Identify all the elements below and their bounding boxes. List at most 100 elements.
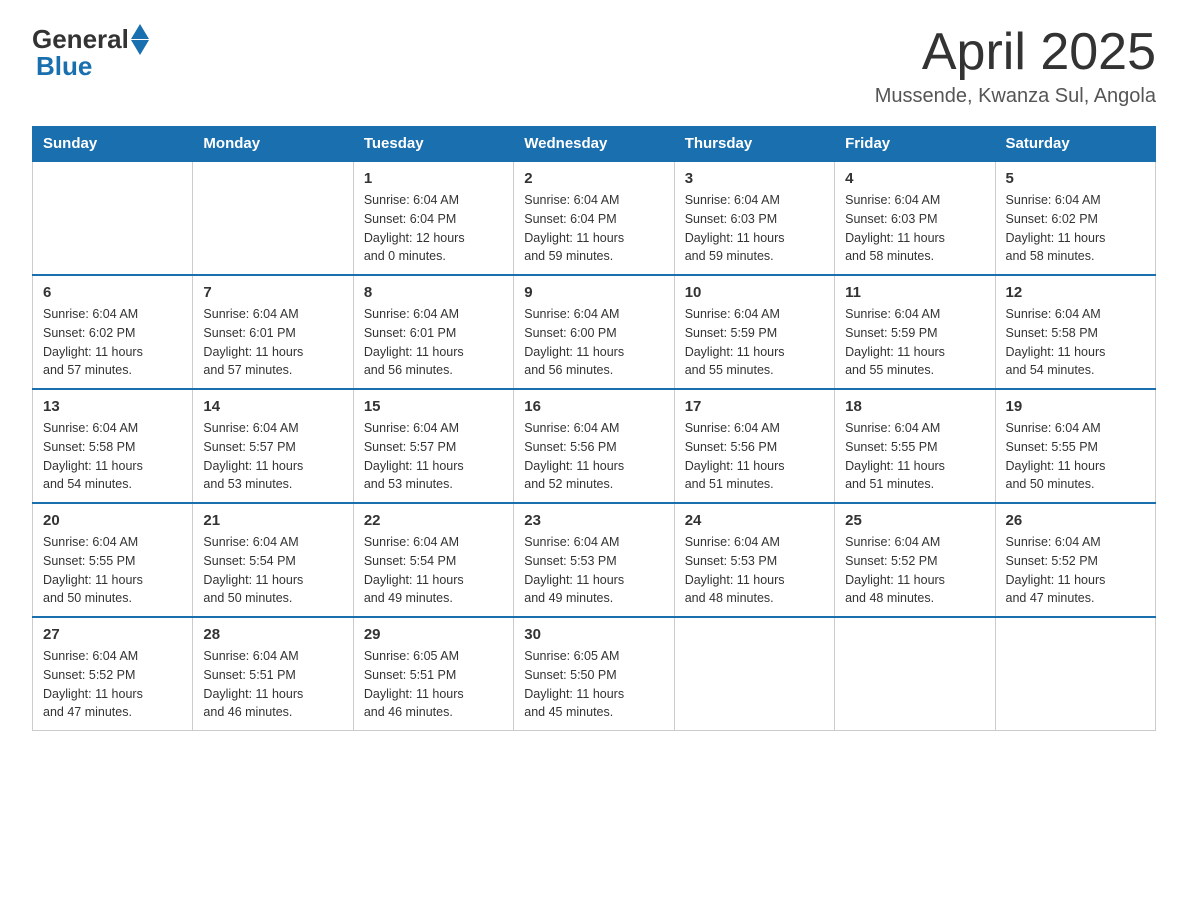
day-detail: Sunrise: 6:04 AM Sunset: 5:59 PM Dayligh… (845, 305, 984, 380)
header-cell-wednesday: Wednesday (514, 127, 674, 162)
title-area: April 2025 Mussende, Kwanza Sul, Angola (875, 24, 1156, 108)
day-detail: Sunrise: 6:04 AM Sunset: 5:57 PM Dayligh… (364, 419, 503, 494)
calendar-day-cell (674, 617, 834, 731)
calendar-day-cell: 26 Sunrise: 6:04 AM Sunset: 5:52 PM Dayli… (995, 503, 1155, 617)
logo-triangle-top-icon (131, 24, 149, 39)
day-number: 23 (524, 512, 663, 529)
day-number: 17 (685, 398, 824, 415)
calendar-day-cell: 2 Sunrise: 6:04 AM Sunset: 6:04 PM Daylig… (514, 161, 674, 275)
day-number: 12 (1006, 284, 1145, 301)
calendar-week-row: 27 Sunrise: 6:04 AM Sunset: 5:52 PM Dayli… (33, 617, 1156, 731)
day-detail: Sunrise: 6:04 AM Sunset: 5:55 PM Dayligh… (43, 533, 182, 608)
calendar-day-cell (835, 617, 995, 731)
calendar-day-cell: 17Sunrise: 6:04 AM Sunset: 5:56 PM Dayli… (674, 389, 834, 503)
day-number: 24 (685, 512, 824, 529)
calendar-day-cell: 12 Sunrise: 6:04 AM Sunset: 5:58 PM Dayli… (995, 275, 1155, 389)
day-number: 20 (43, 512, 182, 529)
day-number: 26 (1006, 512, 1145, 529)
calendar-header: SundayMondayTuesdayWednesdayThursdayFrid… (33, 127, 1156, 162)
calendar-day-cell: 13Sunrise: 6:04 AM Sunset: 5:58 PM Dayli… (33, 389, 193, 503)
calendar-day-cell: 19 Sunrise: 6:04 AM Sunset: 5:55 PM Dayli… (995, 389, 1155, 503)
calendar-day-cell: 24Sunrise: 6:04 AM Sunset: 5:53 PM Dayli… (674, 503, 834, 617)
calendar-day-cell: 28 Sunrise: 6:04 AM Sunset: 5:51 PM Dayli… (193, 617, 353, 731)
calendar-day-cell: 15 Sunrise: 6:04 AM Sunset: 5:57 PM Dayli… (353, 389, 513, 503)
calendar-day-cell: 1 Sunrise: 6:04 AM Sunset: 6:04 PM Daylig… (353, 161, 513, 275)
day-number: 15 (364, 398, 503, 415)
calendar-day-cell: 9 Sunrise: 6:04 AM Sunset: 6:00 PM Daylig… (514, 275, 674, 389)
day-detail: Sunrise: 6:04 AM Sunset: 5:56 PM Dayligh… (524, 419, 663, 494)
day-detail: Sunrise: 6:04 AM Sunset: 6:01 PM Dayligh… (364, 305, 503, 380)
day-number: 5 (1006, 170, 1145, 187)
day-detail: Sunrise: 6:04 AM Sunset: 5:55 PM Dayligh… (1006, 419, 1145, 494)
day-detail: Sunrise: 6:04 AM Sunset: 5:54 PM Dayligh… (364, 533, 503, 608)
day-number: 9 (524, 284, 663, 301)
day-detail: Sunrise: 6:04 AM Sunset: 5:52 PM Dayligh… (845, 533, 984, 608)
day-number: 27 (43, 626, 182, 643)
calendar-table: SundayMondayTuesdayWednesdayThursdayFrid… (32, 126, 1156, 731)
calendar-week-row: 6 Sunrise: 6:04 AM Sunset: 6:02 PM Daylig… (33, 275, 1156, 389)
day-number: 22 (364, 512, 503, 529)
day-detail: Sunrise: 6:04 AM Sunset: 6:03 PM Dayligh… (685, 191, 824, 266)
day-number: 19 (1006, 398, 1145, 415)
day-detail: Sunrise: 6:04 AM Sunset: 6:00 PM Dayligh… (524, 305, 663, 380)
calendar-day-cell: 22 Sunrise: 6:04 AM Sunset: 5:54 PM Dayli… (353, 503, 513, 617)
calendar-day-cell: 7Sunrise: 6:04 AM Sunset: 6:01 PM Daylig… (193, 275, 353, 389)
calendar-week-row: 20 Sunrise: 6:04 AM Sunset: 5:55 PM Dayli… (33, 503, 1156, 617)
day-detail: Sunrise: 6:04 AM Sunset: 6:04 PM Dayligh… (364, 191, 503, 266)
logo-blue-text: Blue (36, 51, 92, 82)
day-detail: Sunrise: 6:04 AM Sunset: 5:58 PM Dayligh… (43, 419, 182, 494)
day-number: 2 (524, 170, 663, 187)
calendar-day-cell: 29Sunrise: 6:05 AM Sunset: 5:51 PM Dayli… (353, 617, 513, 731)
day-number: 28 (203, 626, 342, 643)
calendar-week-row: 13Sunrise: 6:04 AM Sunset: 5:58 PM Dayli… (33, 389, 1156, 503)
header-cell-monday: Monday (193, 127, 353, 162)
header-cell-friday: Friday (835, 127, 995, 162)
day-number: 4 (845, 170, 984, 187)
calendar-subtitle: Mussende, Kwanza Sul, Angola (875, 85, 1156, 108)
header-row: SundayMondayTuesdayWednesdayThursdayFrid… (33, 127, 1156, 162)
day-detail: Sunrise: 6:04 AM Sunset: 6:04 PM Dayligh… (524, 191, 663, 266)
day-detail: Sunrise: 6:04 AM Sunset: 5:51 PM Dayligh… (203, 647, 342, 722)
day-detail: Sunrise: 6:04 AM Sunset: 5:57 PM Dayligh… (203, 419, 342, 494)
calendar-day-cell: 8 Sunrise: 6:04 AM Sunset: 6:01 PM Daylig… (353, 275, 513, 389)
day-number: 1 (364, 170, 503, 187)
day-number: 10 (685, 284, 824, 301)
calendar-day-cell: 20 Sunrise: 6:04 AM Sunset: 5:55 PM Dayli… (33, 503, 193, 617)
calendar-week-row: 1 Sunrise: 6:04 AM Sunset: 6:04 PM Daylig… (33, 161, 1156, 275)
calendar-title: April 2025 (875, 24, 1156, 81)
day-detail: Sunrise: 6:04 AM Sunset: 5:55 PM Dayligh… (845, 419, 984, 494)
calendar-day-cell: 5 Sunrise: 6:04 AM Sunset: 6:02 PM Daylig… (995, 161, 1155, 275)
calendar-day-cell: 14 Sunrise: 6:04 AM Sunset: 5:57 PM Dayli… (193, 389, 353, 503)
calendar-day-cell: 3 Sunrise: 6:04 AM Sunset: 6:03 PM Daylig… (674, 161, 834, 275)
day-detail: Sunrise: 6:04 AM Sunset: 6:03 PM Dayligh… (845, 191, 984, 266)
calendar-day-cell: 11 Sunrise: 6:04 AM Sunset: 5:59 PM Dayli… (835, 275, 995, 389)
day-number: 18 (845, 398, 984, 415)
day-number: 11 (845, 284, 984, 301)
calendar-day-cell: 27 Sunrise: 6:04 AM Sunset: 5:52 PM Dayli… (33, 617, 193, 731)
day-number: 3 (685, 170, 824, 187)
calendar-day-cell (193, 161, 353, 275)
day-detail: Sunrise: 6:04 AM Sunset: 5:52 PM Dayligh… (43, 647, 182, 722)
day-detail: Sunrise: 6:04 AM Sunset: 5:58 PM Dayligh… (1006, 305, 1145, 380)
calendar-day-cell: 23Sunrise: 6:04 AM Sunset: 5:53 PM Dayli… (514, 503, 674, 617)
day-detail: Sunrise: 6:04 AM Sunset: 6:02 PM Dayligh… (43, 305, 182, 380)
header-cell-thursday: Thursday (674, 127, 834, 162)
calendar-day-cell: 6 Sunrise: 6:04 AM Sunset: 6:02 PM Daylig… (33, 275, 193, 389)
day-detail: Sunrise: 6:04 AM Sunset: 5:54 PM Dayligh… (203, 533, 342, 608)
calendar-day-cell (33, 161, 193, 275)
day-number: 21 (203, 512, 342, 529)
day-detail: Sunrise: 6:05 AM Sunset: 5:51 PM Dayligh… (364, 647, 503, 722)
day-detail: Sunrise: 6:05 AM Sunset: 5:50 PM Dayligh… (524, 647, 663, 722)
day-number: 8 (364, 284, 503, 301)
day-detail: Sunrise: 6:04 AM Sunset: 6:01 PM Dayligh… (203, 305, 342, 380)
calendar-body: 1 Sunrise: 6:04 AM Sunset: 6:04 PM Daylig… (33, 161, 1156, 731)
day-number: 30 (524, 626, 663, 643)
day-number: 6 (43, 284, 182, 301)
day-number: 25 (845, 512, 984, 529)
calendar-day-cell: 21 Sunrise: 6:04 AM Sunset: 5:54 PM Dayli… (193, 503, 353, 617)
calendar-day-cell: 18 Sunrise: 6:04 AM Sunset: 5:55 PM Dayli… (835, 389, 995, 503)
day-number: 14 (203, 398, 342, 415)
header-cell-sunday: Sunday (33, 127, 193, 162)
day-detail: Sunrise: 6:04 AM Sunset: 6:02 PM Dayligh… (1006, 191, 1145, 266)
day-detail: Sunrise: 6:04 AM Sunset: 5:52 PM Dayligh… (1006, 533, 1145, 608)
